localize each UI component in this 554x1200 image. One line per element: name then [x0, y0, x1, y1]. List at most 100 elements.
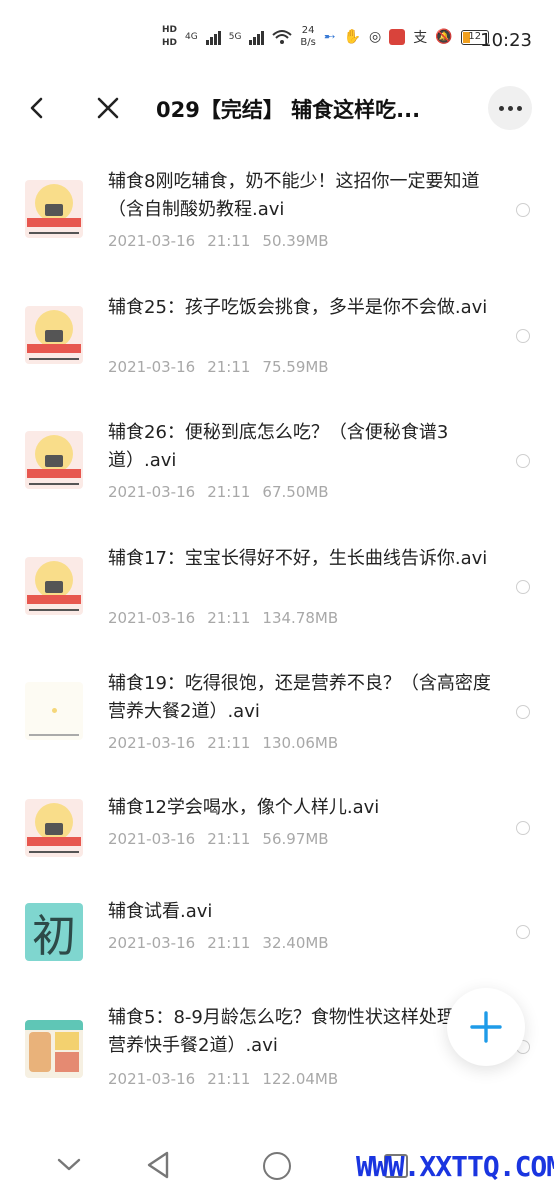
- file-size: 134.78MB: [262, 609, 339, 627]
- nfc-icon: ➸: [323, 29, 336, 45]
- status-bar: HD HD 4G 5G 24 B/s ➸ ✋ ◎ 支 🔕 12 10:23: [0, 0, 554, 80]
- video-thumbnail: [25, 799, 83, 857]
- plus-icon: [470, 1011, 502, 1043]
- file-name: 辅食19：吃得很饱，还是营养不良？（含高密度营养大餐2道）.avi: [108, 673, 491, 722]
- file-size: 67.50MB: [262, 483, 329, 501]
- file-name: 辅食5：8-9月龄怎么吃？食物性状这样处理（含营养快手餐2道）.avi: [108, 1007, 491, 1056]
- wifi-icon: [272, 30, 293, 44]
- close-icon: [97, 97, 119, 119]
- add-button[interactable]: [447, 988, 525, 1066]
- file-date: 2021-03-16: [108, 358, 196, 376]
- video-thumbnail: [25, 306, 83, 364]
- list-item[interactable]: 辅食8刚吃辅食，奶不能少！这招你一定要知道（含自制酸奶教程.avi 2021-0…: [0, 152, 554, 278]
- header-bar: 029【完结】 辅食这样吃...: [0, 72, 554, 144]
- file-size: 122.04MB: [262, 1070, 339, 1088]
- list-item[interactable]: 辅食12学会喝水，像个人样儿.avi 2021-03-16 21:11 56.97M…: [0, 777, 554, 881]
- app-icon: [389, 29, 406, 45]
- list-item[interactable]: 初 辅食试看.avi 2021-03-16 21:11 32.40MB: [0, 881, 554, 985]
- close-button[interactable]: [90, 90, 126, 126]
- file-time: 21:11: [207, 358, 251, 376]
- file-time: 21:11: [207, 830, 251, 848]
- status-left: HD HD 4G 5G 24 B/s ➸ ✋ ◎ 支 🔕 12: [162, 24, 489, 50]
- ring-icon: ◎: [369, 29, 382, 45]
- speed-unit: B/s: [300, 37, 316, 48]
- system-navigation-bar: WWW.XXTTQ.COM: [0, 1136, 554, 1200]
- network-speed: 24 B/s: [300, 25, 315, 49]
- mute-icon: 🔕: [435, 29, 453, 45]
- nav-back-icon[interactable]: [145, 1150, 173, 1180]
- file-date: 2021-03-16: [108, 483, 196, 501]
- file-size: 75.59MB: [262, 358, 329, 376]
- file-time: 21:11: [207, 609, 251, 627]
- select-radio[interactable]: [516, 329, 530, 343]
- file-date: 2021-03-16: [108, 1070, 196, 1088]
- video-thumbnail: [25, 557, 83, 615]
- file-date: 2021-03-16: [108, 934, 196, 952]
- file-size: 32.40MB: [262, 934, 329, 952]
- select-radio[interactable]: [516, 203, 530, 217]
- hd-indicator: HD HD: [162, 24, 177, 50]
- file-name: 辅食26：便秘到底怎么吃？（含便秘食谱3道）.avi: [108, 422, 449, 471]
- file-meta: 2021-03-16 21:11 134.78MB: [108, 609, 350, 627]
- file-meta: 2021-03-16 21:11 50.39MB: [108, 232, 341, 250]
- thumbnail-character: 初: [32, 911, 76, 961]
- more-button[interactable]: [488, 86, 532, 130]
- select-radio[interactable]: [516, 580, 530, 594]
- video-thumbnail: [25, 1020, 83, 1078]
- file-date: 2021-03-16: [108, 734, 196, 752]
- file-meta: 2021-03-16 21:11 130.06MB: [108, 734, 350, 752]
- file-name: 辅食17：宝宝长得好不好，生长曲线告诉你.avi: [108, 548, 488, 569]
- select-radio[interactable]: [516, 705, 530, 719]
- file-meta: 2021-03-16 21:11 56.97MB: [108, 830, 341, 848]
- signal-icon: [205, 29, 221, 45]
- file-date: 2021-03-16: [108, 609, 196, 627]
- chevron-left-icon: [30, 97, 43, 119]
- list-item[interactable]: 辅食19：吃得很饱，还是营养不良？（含高密度营养大餐2道）.avi 2021-0…: [0, 654, 554, 777]
- hand-icon: ✋: [343, 29, 362, 45]
- network-type-label: 4G: [185, 32, 198, 42]
- file-meta: 2021-03-16 21:11 67.50MB: [108, 483, 341, 501]
- clock: 10:23: [480, 30, 532, 51]
- list-item[interactable]: 辅食25：孩子吃饭会挑食，多半是你不会做.avi 2021-03-16 21:11…: [0, 278, 554, 403]
- file-time: 21:11: [207, 934, 251, 952]
- more-dot: [507, 105, 513, 111]
- file-meta: 2021-03-16 21:11 32.40MB: [108, 934, 341, 952]
- partially-visible-item: [108, 1128, 448, 1136]
- network-type-label: 5G: [228, 32, 242, 42]
- file-meta: 2021-03-16 21:11 122.04MB: [108, 1070, 350, 1088]
- file-date: 2021-03-16: [108, 232, 196, 250]
- file-size: 130.06MB: [262, 734, 339, 752]
- speed-value: 24: [301, 25, 315, 36]
- more-dot: [498, 105, 504, 111]
- back-button[interactable]: [20, 90, 56, 126]
- alipay-icon: 支: [413, 30, 428, 46]
- video-thumbnail: [25, 682, 83, 740]
- hd-label: HD: [162, 25, 178, 35]
- file-time: 21:11: [207, 232, 251, 250]
- file-name: 辅食试看.avi: [108, 901, 213, 922]
- select-radio[interactable]: [516, 925, 530, 939]
- page-title: 029【完结】 辅食这样吃...: [156, 98, 421, 122]
- file-time: 21:11: [207, 483, 251, 501]
- nav-home-icon[interactable]: [263, 1152, 291, 1180]
- more-dot: [516, 105, 522, 111]
- file-size: 50.39MB: [262, 232, 329, 250]
- hd-label: HD: [162, 38, 178, 48]
- chevron-down-icon[interactable]: [56, 1154, 82, 1174]
- select-radio[interactable]: [516, 821, 530, 835]
- file-name: 辅食8刚吃辅食，奶不能少！这招你一定要知道（含自制酸奶教程.avi: [108, 171, 480, 220]
- signal-icon: [249, 29, 265, 45]
- video-thumbnail: [25, 431, 83, 489]
- select-radio[interactable]: [516, 454, 530, 468]
- list-item[interactable]: 辅食26：便秘到底怎么吃？（含便秘食谱3道）.avi 2021-03-16 21:…: [0, 403, 554, 529]
- file-size: 56.97MB: [262, 830, 329, 848]
- file-name: 辅食25：孩子吃饭会挑食，多半是你不会做.avi: [108, 297, 488, 318]
- video-thumbnail: 初: [25, 903, 83, 961]
- file-list: 辅食8刚吃辅食，奶不能少！这招你一定要知道（含自制酸奶教程.avi 2021-0…: [0, 152, 554, 1115]
- list-item[interactable]: 辅食17：宝宝长得好不好，生长曲线告诉你.avi 2021-03-16 21:11…: [0, 529, 554, 654]
- file-meta: 2021-03-16 21:11 75.59MB: [108, 358, 341, 376]
- file-time: 21:11: [207, 734, 251, 752]
- file-name: 辅食12学会喝水，像个人样儿.avi: [108, 797, 380, 818]
- file-date: 2021-03-16: [108, 830, 196, 848]
- notification-icons: ➸ ✋ ◎ 支 🔕: [324, 27, 453, 47]
